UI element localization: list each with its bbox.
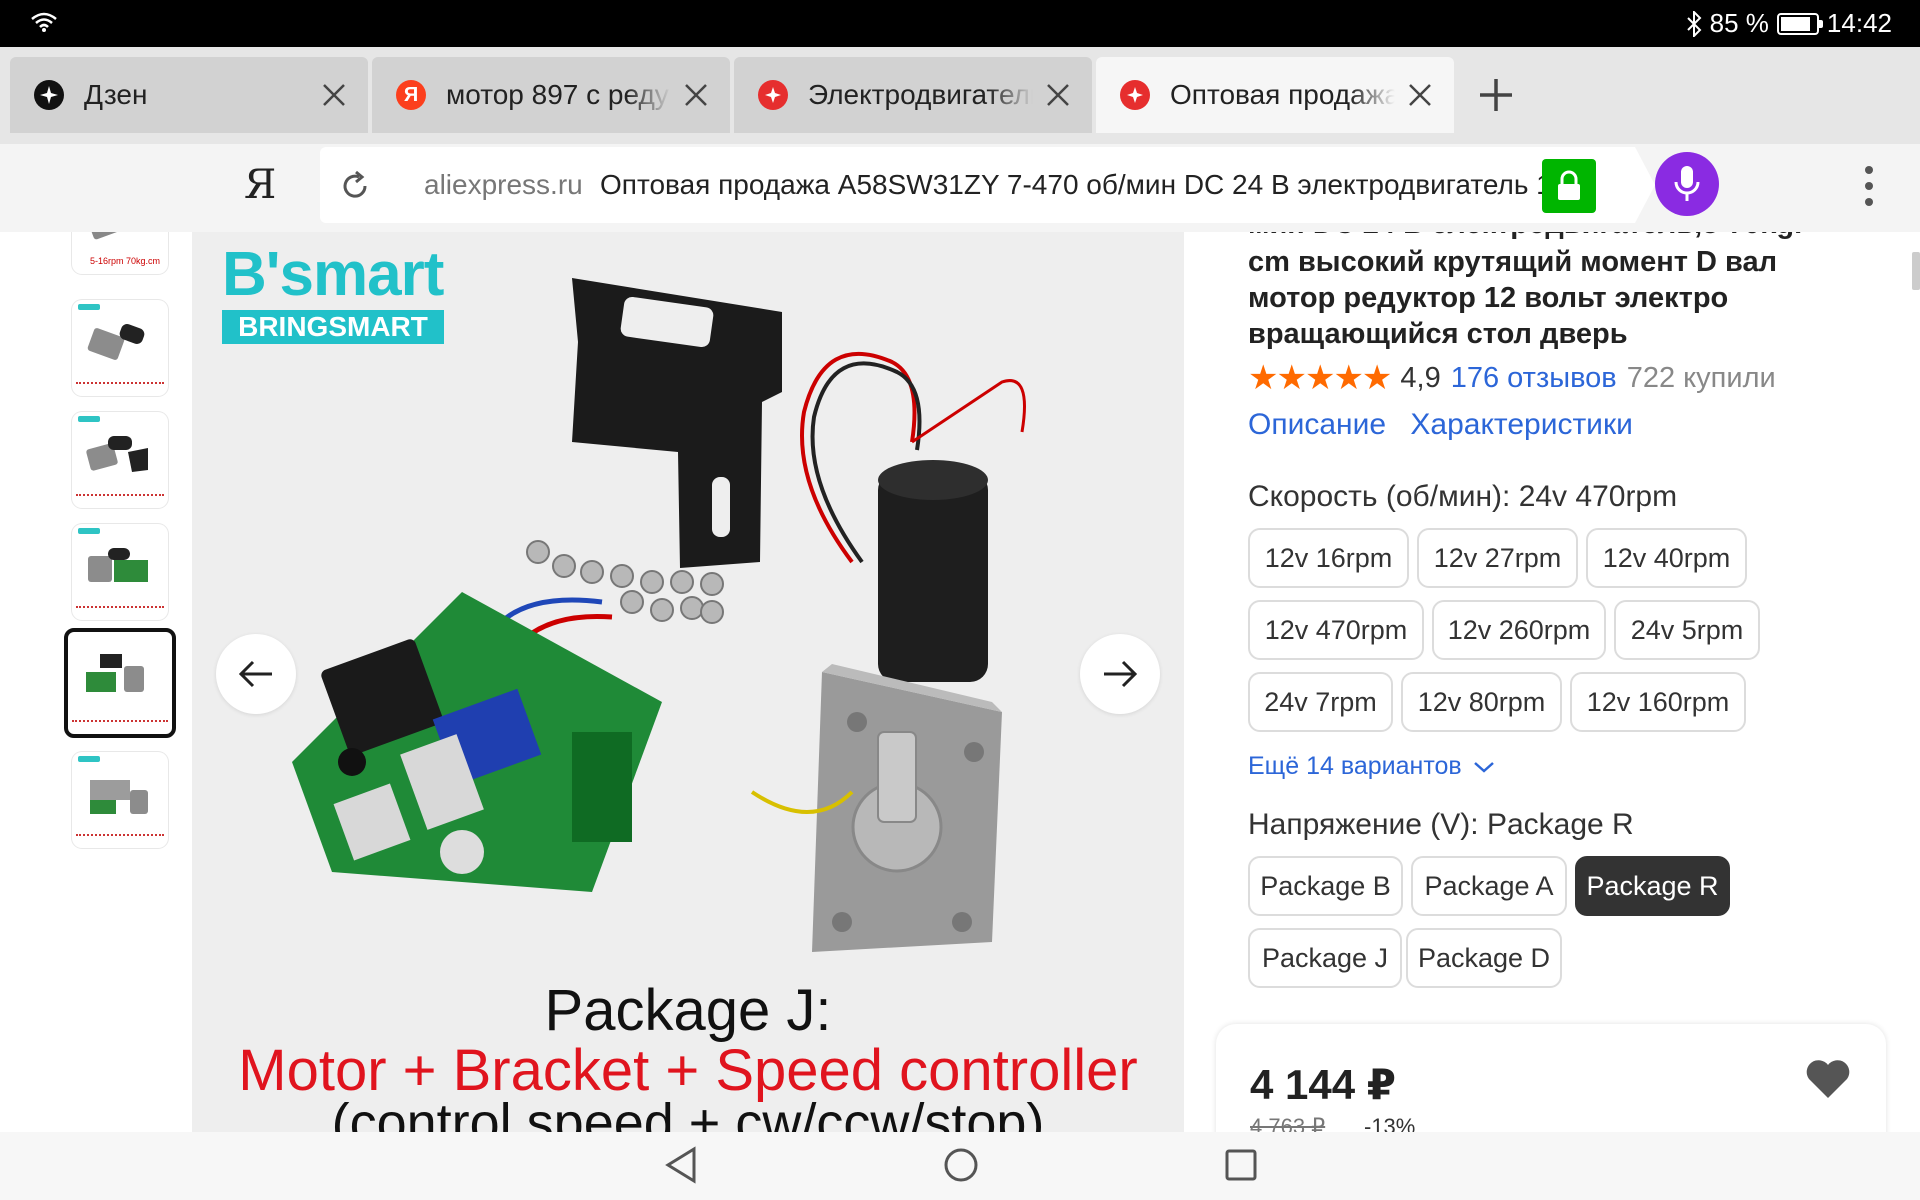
close-tab-icon[interactable] <box>1044 81 1072 109</box>
next-image-button[interactable] <box>1080 634 1160 714</box>
description-link[interactable]: Описание <box>1248 408 1386 441</box>
aliexpress-favicon-icon <box>1120 80 1150 110</box>
reviews-link[interactable]: 176 отзывов <box>1451 362 1617 395</box>
status-bar: 85 % 14:42 <box>0 0 1920 47</box>
motor-kit-illustration <box>292 278 1026 952</box>
thumbnail-caption <box>76 494 164 502</box>
thumbnail-caption: 5-16rpm 70kg.cm <box>89 256 160 266</box>
brand-mini-logo <box>78 756 100 762</box>
speed-option[interactable]: 12v 40rpm <box>1586 528 1747 588</box>
speed-option[interactable]: 12v 27rpm <box>1417 528 1578 588</box>
speed-option[interactable]: 12v 260rpm <box>1432 600 1606 660</box>
yandex-favicon-icon: Я <box>396 80 426 110</box>
more-variants-label: Ещё 14 вариантов <box>1248 752 1462 780</box>
bought-count: 722 купили <box>1626 361 1776 394</box>
tab-wholesale-active[interactable]: Оптовая продажа <box>1096 57 1454 133</box>
page-content: 5-16rpm 70kg.cm B'smart BRINGSMART Packa… <box>0 232 1920 1132</box>
close-tab-icon[interactable] <box>1406 81 1434 109</box>
product-main-image[interactable]: B'smart BRINGSMART Package J: Motor + Br… <box>192 232 1184 1132</box>
close-tab-icon[interactable] <box>320 81 348 109</box>
arrow-right-icon <box>1104 660 1138 688</box>
old-price: 4 763 ₽ <box>1250 1114 1326 1132</box>
prev-image-button[interactable] <box>216 634 296 714</box>
current-price: 4 144 ₽ <box>1250 1061 1396 1108</box>
back-triangle-icon[interactable] <box>664 1146 698 1184</box>
address-bar: Я aliexpress.ru Оптовая продажа A58SW31Z… <box>0 144 1920 232</box>
thumbnail-4[interactable] <box>72 524 168 620</box>
arrow-left-icon <box>238 660 272 688</box>
url-domain: aliexpress.ru <box>424 169 583 200</box>
system-navigation-bar <box>0 1132 1920 1200</box>
thumbnail-caption <box>76 606 164 614</box>
tab-bar: Дзен Я мотор 897 с редуктором Электродви… <box>0 47 1920 144</box>
scrollbar[interactable] <box>1912 252 1920 290</box>
lock-icon[interactable] <box>1542 159 1596 213</box>
battery-icon <box>1776 12 1823 35</box>
speed-option-label: Скорость (об/мин): 24v 470rpm <box>1248 480 1678 513</box>
product-title-cut-line: мин DC 24 В электродвигатель,5-70kg. <box>1248 232 1802 241</box>
voltage-option[interactable]: Package B <box>1248 856 1403 916</box>
price-card: 4 144 ₽ 4 763 ₽ -13% <box>1216 1024 1886 1132</box>
thumbnail-1[interactable]: 5-16rpm 70kg.cm <box>72 232 168 274</box>
clock: 14:42 <box>1826 8 1892 38</box>
voltage-option-label: Напряжение (V): Package R <box>1248 808 1634 841</box>
specifications-link[interactable]: Характеристики <box>1410 408 1632 441</box>
thumbnail-3[interactable] <box>72 412 168 508</box>
thumbnail-6[interactable] <box>72 752 168 848</box>
voltage-option[interactable]: Package A <box>1411 856 1567 916</box>
rating-value: 4,9 <box>1400 361 1441 394</box>
url-field[interactable]: aliexpress.ru Оптовая продажа A58SW31ZY … <box>320 147 1655 223</box>
new-tab-plus-icon[interactable] <box>1470 69 1522 121</box>
speed-option[interactable]: 12v 16rpm <box>1248 528 1409 588</box>
brand-mini-logo <box>78 528 100 534</box>
image-caption-function: (control speed + cw/ccw/stop) <box>331 1093 1045 1132</box>
speed-option[interactable]: 12v 160rpm <box>1570 672 1746 732</box>
voice-search-mic-icon[interactable] <box>1655 152 1719 216</box>
image-caption-package: Package J: <box>544 978 832 1043</box>
tab-motor-search[interactable]: Я мотор 897 с редуктором <box>372 57 730 133</box>
thumbnail-5-selected[interactable] <box>64 628 176 738</box>
tab-title: Оптовая продажа <box>1170 79 1395 110</box>
rating-row: ★★★★★ 4,9 176 отзывов 722 купили <box>1248 358 1776 398</box>
chevron-down-icon <box>1473 762 1494 773</box>
tab-electromotor[interactable]: Электродвигатель <box>734 57 1092 133</box>
wifi-icon <box>31 12 57 32</box>
brand-mini-logo <box>78 304 100 310</box>
speed-option[interactable]: 24v 7rpm <box>1248 672 1393 732</box>
thumbnail-2[interactable] <box>72 300 168 396</box>
rating-stars-icon: ★★★★★ <box>1248 359 1392 397</box>
speed-option[interactable]: 24v 5rpm <box>1614 600 1760 660</box>
zen-favicon-icon <box>34 80 64 110</box>
voltage-option[interactable]: Package D <box>1406 928 1562 988</box>
tab-title: Дзен <box>84 79 148 110</box>
thumbnail-caption <box>76 834 164 842</box>
more-variants-link[interactable]: Ещё 14 вариантов <box>1248 752 1495 781</box>
url-page-title: Оптовая продажа A58SW31ZY 7-470 об/мин D… <box>600 169 1552 200</box>
section-links: Описание Характеристики <box>1248 408 1649 442</box>
thumbnail-caption <box>76 382 164 390</box>
thumbnail-caption <box>72 720 168 728</box>
bluetooth-icon <box>1686 10 1702 37</box>
yandex-logo-icon[interactable]: Я <box>244 162 276 208</box>
battery-percent: 85 % <box>1709 8 1769 38</box>
voltage-option-selected[interactable]: Package R <box>1575 856 1730 916</box>
voltage-option[interactable]: Package J <box>1248 928 1402 988</box>
discount-badge: -13% <box>1364 1114 1416 1132</box>
heart-favorite-icon[interactable] <box>1804 1058 1852 1100</box>
tab-title: мотор 897 с редуктором <box>446 79 671 110</box>
aliexpress-favicon-icon <box>758 80 788 110</box>
tab-title: Электродвигатель <box>808 79 1033 110</box>
tab-dzen[interactable]: Дзен <box>10 57 368 133</box>
recents-square-icon[interactable] <box>1224 1146 1258 1184</box>
home-circle-icon[interactable] <box>942 1146 980 1184</box>
speed-option[interactable]: 12v 80rpm <box>1401 672 1562 732</box>
close-tab-icon[interactable] <box>682 81 710 109</box>
product-title: cm высокий крутящий момент D вал мотор р… <box>1248 246 1778 350</box>
speed-option[interactable]: 12v 470rpm <box>1248 600 1424 660</box>
brand-mini-logo <box>78 416 100 422</box>
more-menu-icon[interactable] <box>1862 164 1876 208</box>
reload-icon[interactable] <box>338 169 372 203</box>
